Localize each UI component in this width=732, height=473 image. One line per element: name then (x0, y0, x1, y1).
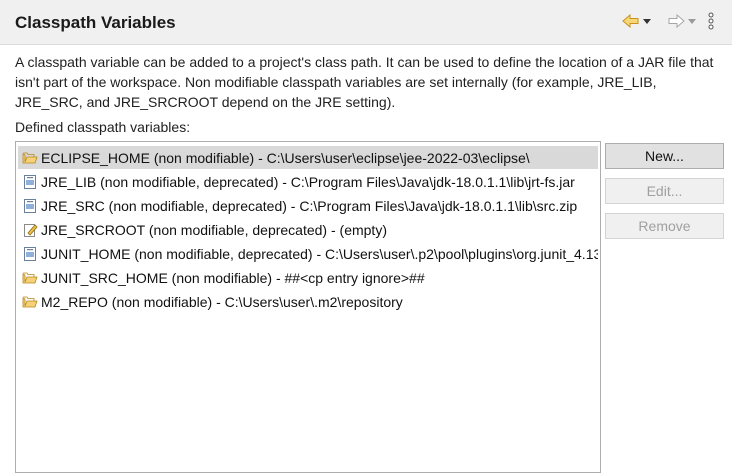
jar-file-icon (24, 198, 36, 213)
page-header: Classpath Variables (0, 0, 732, 45)
list-item-label: JRE_LIB (non modifiable, deprecated) - C… (41, 173, 575, 190)
list-item-label: JUNIT_SRC_HOME (non modifiable) - ##<cp … (41, 269, 425, 286)
list-item-label: M2_REPO (non modifiable) - C:\Users\user… (41, 293, 403, 310)
list-item[interactable]: JUNIT_SRC_HOME (non modifiable) - ##<cp … (18, 266, 598, 289)
folder-icon (22, 272, 38, 283)
classpath-variables-list[interactable]: ECLIPSE_HOME (non modifiable) - C:\Users… (15, 141, 601, 473)
view-menu-icon[interactable] (707, 12, 715, 30)
forward-arrow-icon[interactable] (667, 14, 685, 28)
folder-icon (22, 152, 38, 163)
new-button[interactable]: New... (605, 143, 724, 169)
jar-file-icon (24, 246, 36, 261)
list-item-label: ECLIPSE_HOME (non modifiable) - C:\Users… (41, 149, 530, 166)
list-item-label: JUNIT_HOME (non modifiable, deprecated) … (41, 245, 598, 262)
forward-navigation[interactable] (667, 12, 696, 30)
list-label: Defined classpath variables: (15, 119, 191, 135)
list-item[interactable]: M2_REPO (non modifiable) - C:\Users\user… (18, 290, 598, 313)
remove-button[interactable]: Remove (605, 213, 724, 239)
list-item-label: JRE_SRCROOT (non modifiable, deprecated)… (41, 221, 387, 238)
page-title: Classpath Variables (15, 13, 176, 32)
list-item-label: JRE_SRC (non modifiable, deprecated) - C… (41, 197, 578, 214)
back-arrow-icon[interactable] (622, 14, 640, 28)
list-item[interactable]: JRE_SRC (non modifiable, deprecated) - C… (18, 194, 598, 217)
list-item[interactable]: ECLIPSE_HOME (non modifiable) - C:\Users… (18, 146, 598, 169)
chevron-down-icon[interactable] (688, 18, 696, 24)
list-item[interactable]: JUNIT_HOME (non modifiable, deprecated) … (18, 242, 598, 265)
edit-file-icon (24, 223, 38, 237)
view-menu[interactable] (707, 12, 715, 30)
page-description: A classpath variable can be added to a p… (15, 54, 714, 110)
folder-icon (22, 296, 38, 307)
edit-button[interactable]: Edit... (605, 178, 724, 204)
back-navigation[interactable] (622, 12, 651, 30)
jar-file-icon (24, 174, 36, 189)
chevron-down-icon[interactable] (643, 18, 651, 24)
list-item[interactable]: JRE_SRCROOT (non modifiable, deprecated)… (18, 218, 598, 241)
list-item[interactable]: JRE_LIB (non modifiable, deprecated) - C… (18, 170, 598, 193)
